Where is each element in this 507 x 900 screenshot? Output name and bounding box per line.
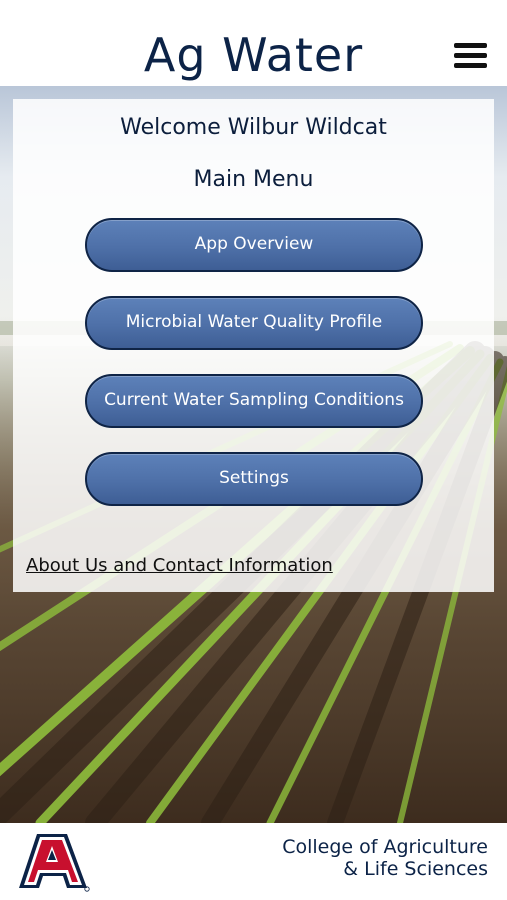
college-name: College of Agriculture & Life Sciences: [250, 836, 488, 880]
settings-button[interactable]: Settings: [85, 452, 423, 506]
menu-icon-bar: [454, 63, 487, 68]
welcome-message: Welcome Wilbur Wildcat: [120, 115, 387, 140]
hamburger-menu-icon[interactable]: [454, 43, 487, 69]
university-a-logo: [19, 834, 90, 892]
college-name-line2: & Life Sciences: [343, 858, 488, 880]
menu-icon-bar: [454, 43, 487, 48]
app-header: Ag Water: [0, 0, 507, 86]
app-footer: College of Agriculture & Life Sciences: [0, 823, 507, 900]
current-water-sampling-button[interactable]: Current Water Sampling Conditions: [85, 374, 423, 428]
app-overview-button[interactable]: App Overview: [85, 218, 423, 272]
app-title: Ag Water: [143, 28, 364, 82]
microbial-water-quality-button[interactable]: Microbial Water Quality Profile: [85, 296, 423, 350]
main-menu-title: Main Menu: [193, 167, 314, 192]
about-us-link[interactable]: About Us and Contact Information: [26, 555, 333, 576]
main-menu-panel: Welcome Wilbur Wildcat Main Menu App Ove…: [13, 99, 494, 592]
college-name-line1: College of Agriculture: [282, 836, 488, 858]
menu-icon-bar: [454, 53, 487, 58]
